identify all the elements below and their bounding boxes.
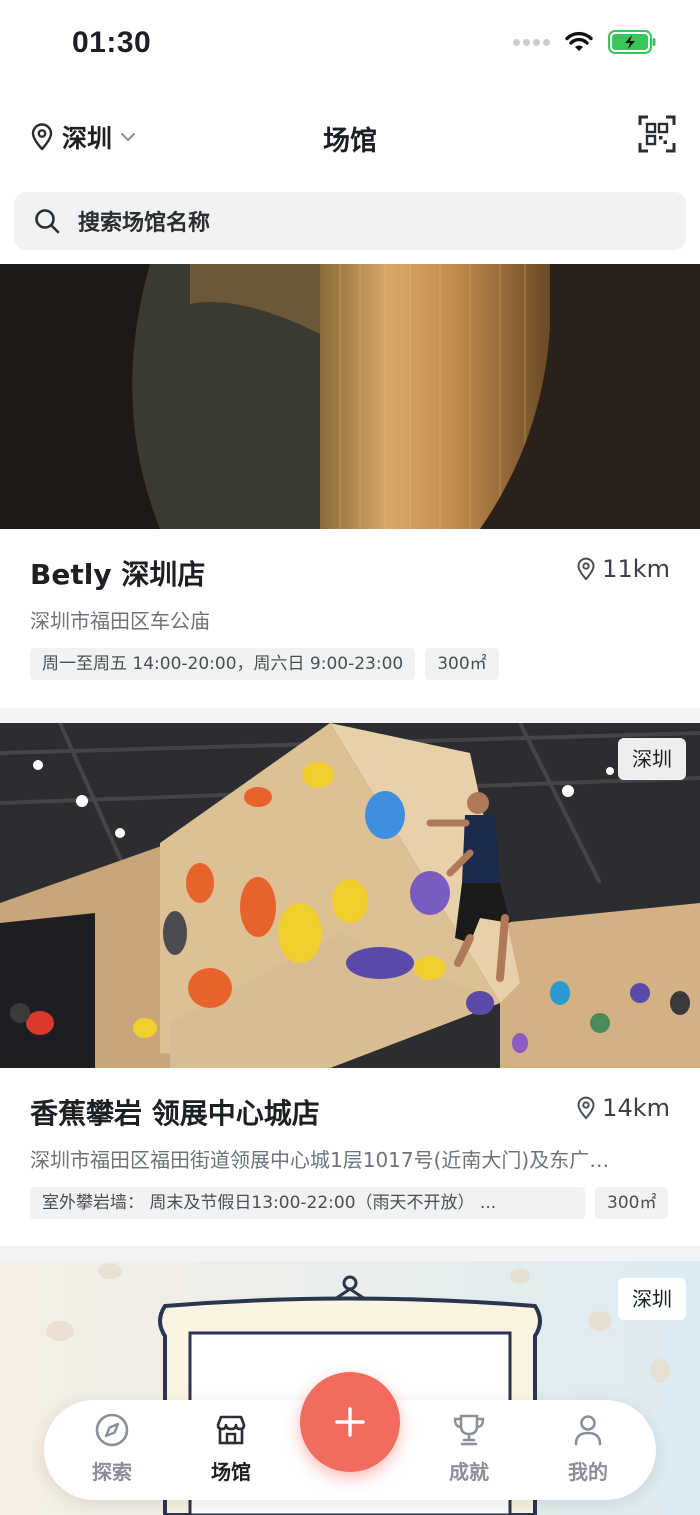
venue-image [0, 264, 700, 529]
distance-label: 11km [602, 555, 670, 583]
venue-info: 香蕉攀岩 领展中心城店 14km 深圳市福田区福田街道领展中心城1层1017号(… [0, 1068, 700, 1219]
tab-mine[interactable]: 我的 [548, 1412, 628, 1485]
qr-scan-icon [638, 115, 676, 153]
compass-icon [95, 1413, 129, 1447]
search-icon [35, 209, 60, 234]
hours-tag: 室外攀岩墙： 周末及节假日13:00-22:00（雨天不开放） ... [30, 1187, 585, 1219]
page-title: 场馆 [323, 126, 377, 157]
tab-explore[interactable]: 探索 [72, 1412, 152, 1485]
venue-distance: 14km [576, 1094, 670, 1122]
qr-scan-button[interactable] [638, 114, 676, 154]
venue-tags: 周一至周五 14:00-20:00，周六日 9:00-23:00 300㎡ [30, 648, 670, 680]
location-pin-icon [577, 557, 595, 581]
trophy-icon [453, 1414, 485, 1446]
header: 深圳 场馆 [0, 92, 700, 182]
tab-label: 成就 [449, 1460, 489, 1484]
status-icons [513, 30, 656, 54]
tab-label: 探索 [92, 1460, 132, 1484]
status-bar: 01:30 [0, 0, 700, 92]
area-tag: 300㎡ [425, 648, 499, 680]
venue-name: 香蕉攀岩 领展中心城店 [30, 1097, 320, 1130]
distance-label: 14km [602, 1094, 670, 1122]
venue-address: 深圳市福田区车公庙 [30, 609, 210, 633]
search-input[interactable]: 搜索场馆名称 [14, 192, 686, 250]
cellular-signal-icon [513, 38, 550, 46]
tab-label: 我的 [568, 1460, 608, 1484]
area-tag: 300㎡ [595, 1187, 669, 1219]
search-placeholder: 搜索场馆名称 [78, 211, 211, 236]
venue-tags: 室外攀岩墙： 周末及节假日13:00-22:00（雨天不开放） ... 300㎡ [30, 1187, 670, 1219]
battery-icon [608, 30, 656, 54]
location-pin-icon [577, 1096, 595, 1120]
wifi-icon [565, 31, 593, 51]
add-button[interactable] [300, 1372, 400, 1472]
city-badge: 深圳 [618, 738, 686, 780]
status-time: 01:30 [72, 26, 152, 59]
venue-address: 深圳市福田区福田街道领展中心城1层1017号(近南大门)及东广… [30, 1148, 610, 1172]
tab-achievements[interactable]: 成就 [429, 1412, 509, 1485]
search-section: 搜索场馆名称 [0, 182, 700, 264]
venue-name: Betly 深圳店 [30, 558, 206, 591]
venue-distance: 11km [576, 555, 670, 583]
venue-card[interactable]: Betly 深圳店 11km 深圳市福田区车公庙 周一至周五 14:00-20:… [0, 264, 700, 708]
tab-label: 场馆 [211, 1460, 251, 1484]
city-badge: 深圳 [618, 1278, 686, 1320]
venue-image: 深圳 [0, 723, 700, 1068]
store-icon [216, 1415, 246, 1445]
user-icon [574, 1415, 602, 1446]
tab-venues[interactable]: 场馆 [191, 1412, 271, 1485]
plus-icon [335, 1407, 365, 1437]
venue-info: Betly 深圳店 11km 深圳市福田区车公庙 周一至周五 14:00-20:… [0, 529, 700, 680]
venue-card[interactable]: 深圳 香蕉攀岩 领展中心城店 14km 深圳市福田区福田街道领展中心城1层101… [0, 723, 700, 1246]
hours-tag: 周一至周五 14:00-20:00，周六日 9:00-23:00 [30, 648, 416, 680]
